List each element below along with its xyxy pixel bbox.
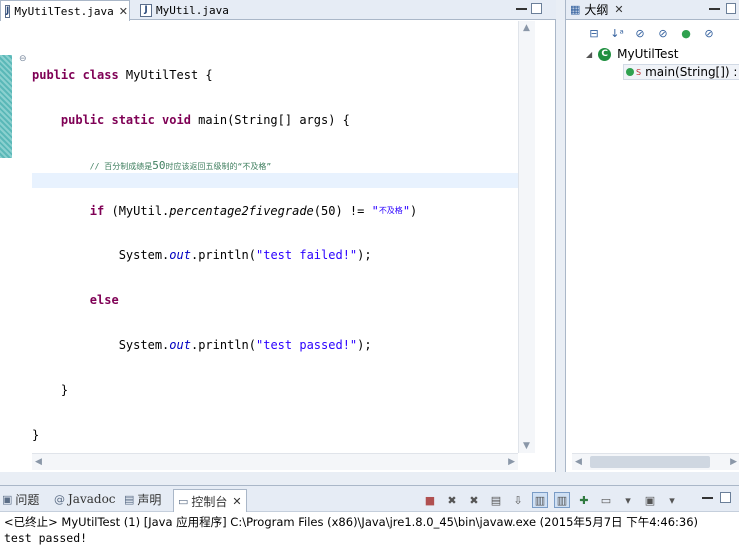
expand-arrow-icon[interactable]: ◢ (586, 50, 592, 59)
outline-tab[interactable]: ▦ 大纲 ✕ (566, 0, 739, 20)
tab-problems[interactable]: ▣ 问题 (2, 489, 39, 509)
scroll-up-icon[interactable]: ▲ (523, 23, 530, 33)
console-launch-info: <已终止> MyUtilTest (1) [Java 应用程序] C:\Prog… (4, 515, 699, 529)
code-line: } (60, 383, 69, 397)
show-on-stdout-icon[interactable]: ▥ (532, 492, 548, 508)
outline-method-name: main(String[]) : (645, 65, 738, 79)
scroll-left-icon[interactable]: ◀ (35, 457, 42, 467)
console-pane: ▣ 问题 @ Javadoc ▤ 声明 ▭ 控制台 ✕ ■ ✖ ✖ ▤ ⇩ ▥ … (0, 485, 739, 545)
outline-title: 大纲 (584, 3, 609, 17)
close-icon[interactable]: ✕ (232, 495, 241, 508)
fold-collapse-icon[interactable]: ⊖ (19, 54, 27, 64)
maximize-icon[interactable] (720, 492, 731, 503)
outline-class-node[interactable]: ◢ C MyUtilTest (586, 46, 678, 62)
code-line: System.out.println("test passed!"); (118, 338, 372, 352)
display-console-icon[interactable]: ▭ (598, 492, 614, 508)
editor-vertical-scrollbar[interactable]: ▲ ▼ (518, 21, 535, 453)
console-icon: ▭ (178, 494, 189, 508)
console-output[interactable]: test passed! (4, 531, 87, 545)
show-on-stderr-icon[interactable]: ▥ (554, 492, 570, 508)
outline-method-node[interactable]: S main(String[]) : (623, 64, 739, 80)
code-area[interactable]: public class MyUtilTest { public static … (32, 38, 417, 473)
scroll-left-icon[interactable]: ◀ (575, 457, 582, 467)
maximize-icon[interactable] (531, 3, 542, 14)
minimize-icon[interactable] (702, 492, 713, 499)
editor-tab-bar: J MyUtilTest.java ✕ J MyUtil.java (0, 0, 556, 21)
outline-icon: ▦ (570, 3, 581, 16)
javadoc-icon: @ (54, 492, 65, 506)
tab-label: MyUtil.java (156, 3, 229, 17)
outline-horizontal-scrollbar[interactable]: ◀ ▶ (572, 453, 739, 470)
scroll-right-icon[interactable]: ▶ (730, 457, 737, 467)
remove-launch-icon[interactable]: ✖ (444, 492, 460, 508)
code-line: else (89, 293, 119, 307)
tab-declaration[interactable]: ▤ 声明 (124, 489, 161, 509)
pin-console-icon[interactable]: ✚ (576, 492, 592, 508)
code-line: public static void main(String[] args) { (60, 113, 350, 127)
java-file-icon: J (5, 4, 11, 18)
outline-pane: ▦ 大纲 ✕ ⊟ ↓ᵃ ⊘ ⊘ ● ⊘ ◢ C MyUtilTest S mai… (565, 0, 739, 472)
outline-class-name: MyUtilTest (617, 47, 679, 61)
hide-nonpublic-icon[interactable]: ● (678, 25, 694, 41)
code-line: if (MyUtil.percentage2fivegrade(50) != "… (89, 204, 418, 218)
code-line: // 百分制成绩是50时应该返回五级制的“不及格” (89, 159, 272, 172)
scroll-right-icon[interactable]: ▶ (508, 457, 515, 467)
maximize-icon[interactable] (726, 3, 736, 14)
collapse-all-icon[interactable]: ⊟ (586, 25, 602, 41)
scrollbar-thumb[interactable] (590, 456, 710, 468)
code-line: System.out.println("test failed!"); (118, 248, 372, 262)
tab-console[interactable]: ▭ 控制台 ✕ (173, 489, 247, 512)
dropdown-arrow-icon[interactable]: ▾ (664, 492, 680, 508)
dropdown-arrow-icon[interactable]: ▾ (620, 492, 636, 508)
tab-myutil-java[interactable]: J MyUtil.java (136, 0, 236, 20)
outline-toolbar: ⊟ ↓ᵃ ⊘ ⊘ ● ⊘ (586, 25, 717, 41)
tab-label: MyUtilTest.java (14, 4, 114, 18)
editor-pane: J MyUtilTest.java ✕ J MyUtil.java ⊖ publ… (0, 0, 556, 472)
code-line: public class MyUtilTest { (32, 68, 213, 82)
close-icon[interactable]: ✕ (614, 3, 623, 16)
minimize-icon[interactable] (709, 3, 720, 10)
remove-all-terminated-icon[interactable]: ✖ (466, 492, 482, 508)
change-indicator-bar (0, 55, 12, 158)
tab-myutiltest-java[interactable]: J MyUtilTest.java ✕ (0, 0, 130, 21)
code-line: } (32, 428, 40, 442)
open-console-icon[interactable]: ▣ (642, 492, 658, 508)
declaration-icon: ▤ (124, 492, 135, 506)
clear-console-icon[interactable]: ▤ (488, 492, 504, 508)
scroll-down-icon[interactable]: ▼ (523, 441, 530, 451)
tab-javadoc[interactable]: @ Javadoc (54, 489, 116, 509)
scroll-lock-icon[interactable]: ⇩ (510, 492, 526, 508)
java-file-icon: J (140, 3, 152, 17)
console-toolbar: ■ ✖ ✖ ▤ ⇩ ▥ ▥ ✚ ▭ ▾ ▣ ▾ (422, 491, 680, 509)
bottom-tab-bar: ▣ 问题 @ Javadoc ▤ 声明 ▭ 控制台 ✕ ■ ✖ ✖ ▤ ⇩ ▥ … (0, 486, 739, 512)
sort-icon[interactable]: ↓ᵃ (609, 25, 625, 41)
hide-local-types-icon[interactable]: ⊘ (701, 25, 717, 41)
problems-icon: ▣ (2, 492, 13, 506)
static-marker-icon: S (636, 67, 642, 77)
hide-static-icon[interactable]: ⊘ (655, 25, 671, 41)
class-icon: C (598, 47, 612, 61)
terminate-icon[interactable]: ■ (422, 492, 438, 508)
close-icon[interactable]: ✕ (119, 5, 128, 18)
editor-horizontal-scrollbar[interactable]: ◀ ▶ (32, 453, 518, 470)
public-method-icon (626, 68, 634, 76)
minimize-icon[interactable] (516, 3, 527, 10)
hide-fields-icon[interactable]: ⊘ (632, 25, 648, 41)
